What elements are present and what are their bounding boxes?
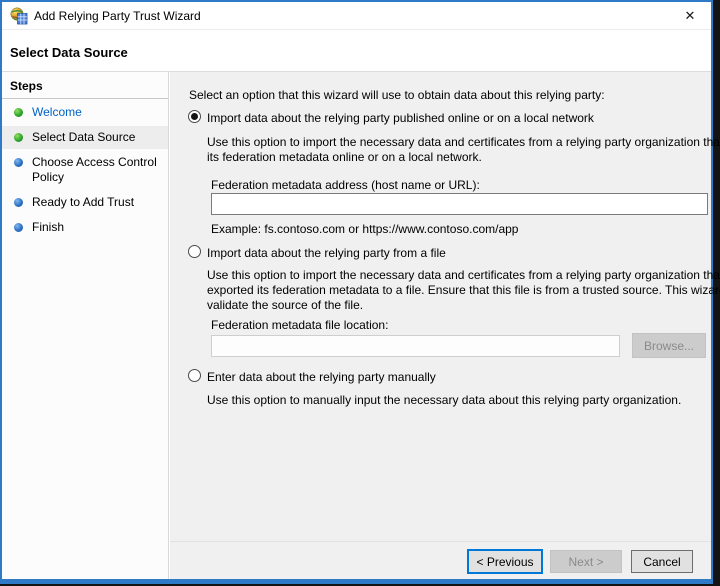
- cancel-button[interactable]: Cancel: [631, 550, 693, 573]
- metadata-address-input[interactable]: [211, 193, 708, 215]
- radio-enter-manually-label[interactable]: Enter data about the relying party manua…: [207, 370, 436, 384]
- metadata-address-label: Federation metadata address (host name o…: [211, 178, 480, 192]
- radio-import-online-label[interactable]: Import data about the relying party publ…: [207, 111, 594, 125]
- radio-enter-manually[interactable]: [188, 369, 201, 382]
- intro-text: Select an option that this wizard will u…: [189, 88, 605, 102]
- step-done-bullet-icon: [14, 133, 23, 142]
- step-label: Ready to Add Trust: [32, 195, 135, 209]
- step-pending-bullet-icon: [14, 223, 23, 232]
- step-finish: Finish: [2, 216, 168, 239]
- radio-import-file-label[interactable]: Import data about the relying party from…: [207, 246, 446, 260]
- metadata-file-label: Federation metadata file location:: [211, 318, 389, 332]
- wizard-button-bar: < Previous Next > Cancel: [170, 541, 711, 579]
- radio-import-file[interactable]: [188, 245, 201, 258]
- adfs-wizard-icon: [10, 7, 28, 25]
- previous-button[interactable]: < Previous: [467, 549, 543, 574]
- main-content: Select an option that this wizard will u…: [170, 72, 720, 541]
- metadata-address-example: Example: fs.contoso.com or https://www.c…: [211, 222, 519, 236]
- step-label: Welcome: [32, 105, 82, 119]
- wizard-window: Add Relying Party Trust Wizard ✕ Select …: [0, 0, 720, 584]
- steps-sidebar: Steps Welcome Select Data Source Choose …: [2, 72, 169, 579]
- screen: Add Relying Party Trust Wizard ✕ Select …: [0, 0, 720, 586]
- option-online-description: Use this option to import the necessary …: [207, 135, 720, 164]
- close-icon[interactable]: ✕: [673, 2, 707, 30]
- step-label: Choose Access Control Policy: [32, 155, 157, 184]
- step-choose-access-control-policy: Choose Access Control Policy: [2, 151, 168, 189]
- page-heading: Select Data Source: [2, 30, 711, 72]
- next-button: Next >: [550, 550, 622, 573]
- step-label: Select Data Source: [32, 130, 136, 144]
- radio-import-online[interactable]: [188, 110, 201, 123]
- step-done-bullet-icon: [14, 108, 23, 117]
- step-select-data-source: Select Data Source: [2, 126, 168, 149]
- steps-title: Steps: [2, 72, 168, 99]
- step-pending-bullet-icon: [14, 158, 23, 167]
- option-manual-description: Use this option to manually input the ne…: [207, 393, 682, 407]
- metadata-file-input: [211, 335, 620, 357]
- step-label: Finish: [32, 220, 65, 234]
- title-bar: Add Relying Party Trust Wizard ✕: [2, 2, 711, 30]
- step-pending-bullet-icon: [14, 198, 23, 207]
- window-title: Add Relying Party Trust Wizard: [34, 9, 201, 23]
- option-file-description: Use this option to import the necessary …: [207, 268, 720, 312]
- page-title: Select Data Source: [10, 45, 128, 60]
- step-ready-to-add-trust: Ready to Add Trust: [2, 191, 168, 214]
- browse-button: Browse...: [632, 333, 706, 358]
- step-welcome: Welcome: [2, 101, 168, 124]
